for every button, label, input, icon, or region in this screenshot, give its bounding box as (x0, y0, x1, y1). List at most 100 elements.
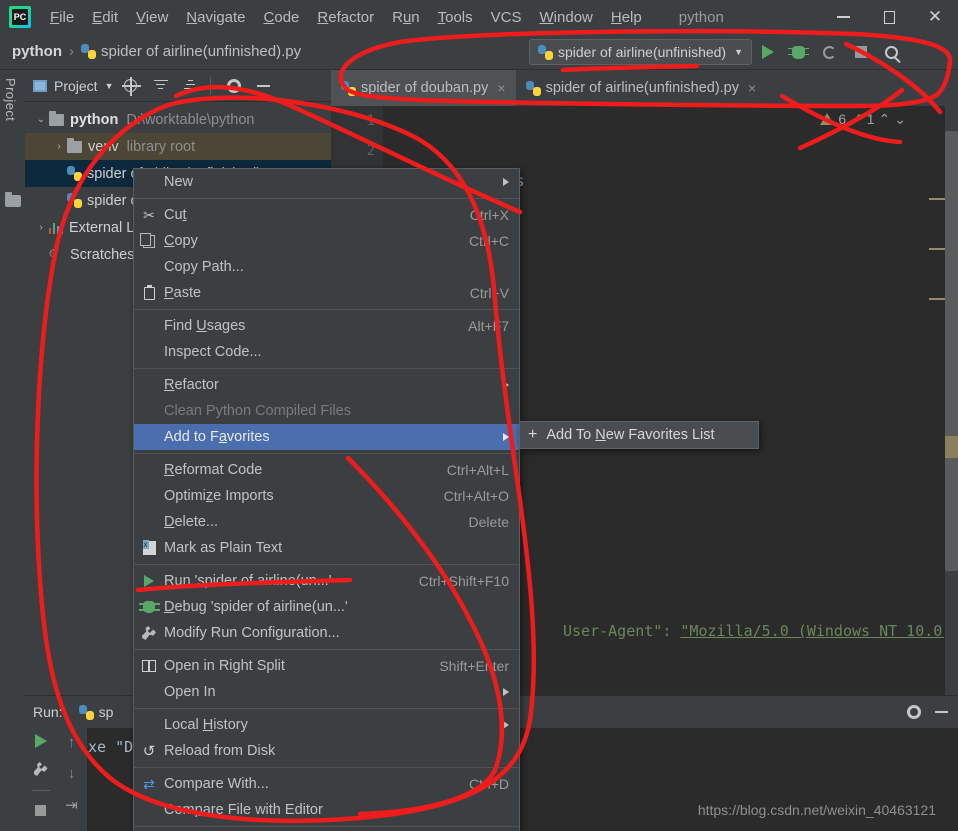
menu-item-label: Optimize Imports (164, 488, 274, 504)
scroll-marker-highlight (945, 436, 958, 458)
menu-item-label: Open In (164, 684, 216, 700)
menu-item-label: Reformat Code (164, 462, 263, 478)
menu-item-add-to-favorites[interactable]: Add to Favorites (134, 424, 519, 450)
menu-item-mark-as-plain-text[interactable]: Mark as Plain Text (134, 535, 519, 561)
menu-item-optimize-imports[interactable]: Optimize Imports Ctrl+Alt+O (134, 483, 519, 509)
favorites-submenu[interactable]: + Add To New Favorites List (519, 421, 759, 449)
run-icon[interactable] (34, 734, 47, 748)
menu-item-view[interactable]: View (127, 6, 177, 29)
cut-icon: ✂ (143, 206, 155, 223)
menu-item-edit[interactable]: Edit (83, 6, 127, 29)
menu-item-copy-path[interactable]: Copy Path... (134, 254, 519, 280)
chevron-right-icon[interactable]: › (51, 141, 67, 152)
expand-all-icon[interactable] (148, 73, 174, 99)
hide-panel-icon[interactable] (935, 711, 948, 713)
folder-icon (49, 110, 64, 126)
chevron-down-icon[interactable]: ▼ (105, 81, 114, 91)
tree-row-python[interactable]: ⌄ python D:\worktable\python (25, 106, 331, 133)
pycharm-logo-icon (9, 6, 31, 28)
prev-problem-icon[interactable]: ⌃ (879, 111, 891, 128)
menu-item-vcs[interactable]: VCS (482, 6, 531, 29)
close-icon[interactable]: ✕ (912, 1, 958, 33)
editor-tab-spider-of-douban[interactable]: spider of douban.py × (331, 70, 516, 106)
menu-item-file[interactable]: File (41, 6, 83, 29)
editor-tab-bar: spider of douban.py × spider of airline(… (331, 70, 958, 106)
project-view-selector[interactable]: Project ▼ (33, 78, 114, 94)
split-icon (134, 660, 164, 672)
menu-item-label: Find Usages (164, 318, 246, 334)
context-menu: New ✂ Cut Ctrl+X Copy Ctrl+C Copy Path..… (133, 168, 520, 831)
menu-item-cut[interactable]: ✂ Cut Ctrl+X (134, 202, 519, 228)
menu-item-help[interactable]: Help (602, 6, 651, 29)
chevron-right-icon[interactable]: › (33, 222, 49, 233)
settings-gear-icon[interactable] (221, 73, 247, 99)
search-icon[interactable] (876, 38, 907, 66)
menu-item-compare-with[interactable]: ⇄ Compare With... Ctrl+D (134, 771, 519, 797)
menu-item-refactor[interactable]: Refactor (134, 372, 519, 398)
menu-item-reload-from-disk[interactable]: ↺ Reload from Disk (134, 738, 519, 764)
menu-item-navigate[interactable]: Navigate (177, 6, 254, 29)
folder-icon[interactable] (5, 192, 21, 207)
stop-icon[interactable] (35, 805, 46, 816)
run-panel-sidebar: ↑ ↓ ⇥ (25, 728, 87, 831)
menu-item-paste[interactable]: Paste Ctrl+V (134, 280, 519, 306)
tree-row-venv[interactable]: › venv library root (25, 133, 331, 160)
menu-item-code[interactable]: Code (255, 6, 309, 29)
debug-icon[interactable] (783, 38, 814, 66)
menu-item-run-configuration[interactable]: Run 'spider of airline(un...' Ctrl+Shift… (134, 568, 519, 594)
maximize-icon[interactable] (866, 1, 912, 33)
locate-icon[interactable] (118, 73, 144, 99)
minimize-icon[interactable] (820, 1, 866, 33)
settings-gear-icon[interactable] (907, 705, 921, 719)
menu-item-reformat-code[interactable]: Reformat Code Ctrl+Alt+L (134, 457, 519, 483)
scroll-marker (929, 248, 945, 250)
menu-item-inspect-code[interactable]: Inspect Code... (134, 339, 519, 365)
next-problem-icon[interactable]: ⌄ (894, 111, 906, 128)
menu-bar: File Edit View Navigate Code Refactor Ru… (0, 0, 958, 34)
menu-item-window[interactable]: Window (531, 6, 602, 29)
menu-separator (134, 453, 519, 454)
editor-scrollbar[interactable] (929, 106, 958, 695)
chevron-down-icon[interactable]: ▼ (734, 47, 743, 57)
scrollbar-thumb[interactable] (945, 131, 958, 571)
collapse-all-icon[interactable] (178, 73, 204, 99)
chevron-down-icon[interactable]: ⌄ (33, 114, 49, 125)
tree-sublabel: D:\worktable\python (126, 111, 255, 128)
menu-item-delete[interactable]: Delete... Delete (134, 509, 519, 535)
wrench-icon[interactable] (33, 762, 48, 776)
menu-separator (134, 309, 519, 310)
run-icon[interactable] (752, 38, 783, 66)
soft-wrap-icon[interactable]: ⇥ (65, 796, 78, 814)
left-tool-strip: Project (0, 70, 25, 781)
menu-item-modify-run-configuration[interactable]: Modify Run Configuration... (134, 620, 519, 646)
tool-window-button-project[interactable]: Project (3, 78, 18, 121)
editor-tab-spider-of-airline[interactable]: spider of airline(unfinished).py × (516, 70, 767, 106)
inspection-widget[interactable]: 6 ✓ 1 ⌃ ⌄ (820, 110, 906, 128)
close-icon[interactable]: × (748, 80, 756, 96)
menu-item-debug-configuration[interactable]: Debug 'spider of airline(un...' (134, 594, 519, 620)
scroll-up-icon[interactable]: ↑ (68, 734, 76, 751)
menu-separator (134, 649, 519, 650)
breadcrumb-file[interactable]: spider of airline(unfinished).py (101, 43, 301, 60)
run-configuration-selector[interactable]: spider of airline(unfinished) ▼ (529, 39, 753, 65)
menu-item-label: Delete... (164, 514, 219, 530)
stop-icon[interactable] (845, 38, 876, 66)
rerun-coverage-icon[interactable] (814, 38, 845, 66)
menu-item-tools[interactable]: Tools (429, 6, 482, 29)
menu-item-compare-file-with-editor[interactable]: Compare File with Editor (134, 797, 519, 823)
menu-item-copy[interactable]: Copy Ctrl+C (134, 228, 519, 254)
scroll-down-icon[interactable]: ↓ (68, 765, 76, 782)
menu-item-new[interactable]: New (134, 169, 519, 195)
tree-label: venv (88, 138, 119, 155)
breadcrumb-project[interactable]: python (12, 43, 62, 60)
menu-item-find-usages[interactable]: Find Usages Alt+F7 (134, 313, 519, 339)
hide-panel-icon[interactable] (251, 73, 277, 99)
menu-item-run[interactable]: Run (383, 6, 429, 29)
close-icon[interactable]: × (497, 80, 505, 96)
menu-item-open-in[interactable]: Open In (134, 679, 519, 705)
run-tab[interactable]: sp (78, 704, 113, 720)
compare-icon: ⇄ (143, 775, 155, 792)
menu-item-refactor[interactable]: Refactor (308, 6, 383, 29)
menu-item-open-in-right-split[interactable]: Open in Right Split Shift+Enter (134, 653, 519, 679)
menu-item-local-history[interactable]: Local History (134, 712, 519, 738)
